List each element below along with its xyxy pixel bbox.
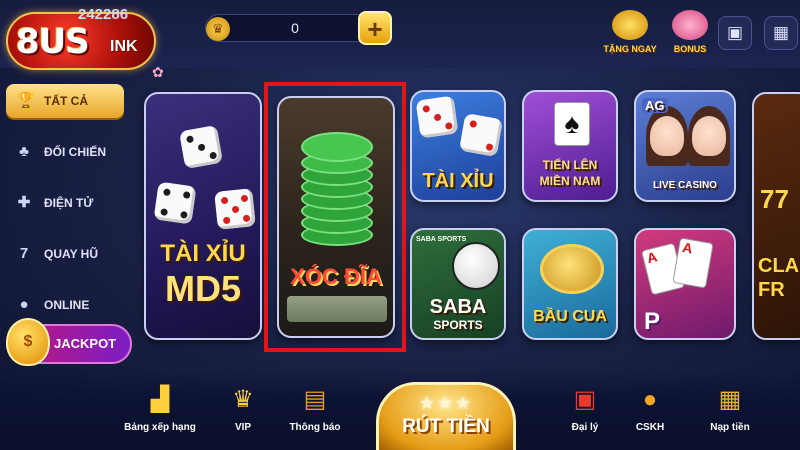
nav-vip[interactable]: ♛ VIP — [203, 382, 283, 433]
sidebar-item-all[interactable]: 🏆 TẤT CẢ — [6, 84, 124, 118]
add-funds-button[interactable]: + — [358, 11, 392, 45]
dealer-face — [692, 116, 726, 156]
nav-label: Thông báo — [289, 422, 341, 433]
user-id: 242286 — [78, 6, 129, 23]
slot-line-2: FR — [758, 279, 785, 301]
nav-label: CSKH — [635, 422, 665, 433]
sidebar-item-label: ĐIỆN TỬ — [44, 196, 94, 210]
logo-text: 8US — [16, 22, 90, 62]
category-sidebar: 🏆 TẤT CẢ ♣ ĐỐI CHIẾN ✚ ĐIỆN TỬ 7 QUAY HŨ… — [0, 84, 132, 366]
game-subtitle: SPORTS — [433, 318, 483, 332]
balance-amount: 0 — [291, 20, 299, 36]
bonus-promo-label: BONUS — [673, 44, 707, 54]
nav-leaderboard[interactable]: ▟ Bảng xếp hạng — [120, 382, 200, 433]
game-card-baucua[interactable]: BẦU CUA — [522, 228, 618, 340]
game-title: SABA — [429, 296, 487, 318]
dice-icon — [214, 188, 256, 230]
game-card-poker[interactable]: A A P — [634, 228, 736, 340]
game-card-slot[interactable]: 77 CLA FR — [752, 92, 800, 340]
game-card-taixiu-md5[interactable]: TÀI XỈU MD5 — [144, 92, 262, 340]
dice-icon — [458, 112, 504, 158]
bag-icon[interactable]: ▣ — [718, 16, 752, 50]
dice-icon — [178, 124, 224, 170]
cards-icon: ♣ — [19, 143, 29, 160]
ag-brand: AG — [642, 98, 668, 113]
gift-box-icon: ▣ — [573, 386, 597, 413]
gamepad-icon: ✚ — [17, 194, 31, 211]
game-card-tienlen[interactable]: ♠ TIẾN LÊN MIỀN NAM — [522, 90, 618, 202]
balance-bar: ♛ 0 + — [205, 11, 392, 45]
jackpot-button[interactable]: $ JACKPOT — [6, 318, 132, 366]
chest-icon: ▤ — [303, 386, 327, 413]
spade-card-icon: ♠ — [554, 102, 590, 146]
game-title: TIẾN LÊN — [542, 158, 598, 172]
dice-icon — [415, 95, 459, 139]
gift-promo-label: TẶNG NGAY — [603, 44, 657, 54]
saba-top-label: SABA SPORTS — [416, 236, 467, 243]
game-subtitle: MD5 — [164, 268, 241, 309]
podium-icon: ▟ — [150, 386, 170, 413]
jackpot-label: JACKPOT — [54, 336, 117, 351]
nav-label: Bảng xếp hạng — [124, 422, 196, 433]
withdraw-label: RÚT TIỀN — [402, 416, 490, 437]
dealer-face — [650, 116, 684, 156]
game-title: LIVE CASINO — [653, 180, 717, 191]
nav-deposit[interactable]: ▦ Nạp tiền — [690, 382, 770, 433]
trophy-icon: 🏆 — [16, 92, 36, 109]
user-icon: ● — [19, 296, 29, 313]
sidebar-item-online[interactable]: ● ONLINE — [0, 288, 132, 322]
game-card-ag-casino[interactable]: AG LIVE CASINO — [634, 90, 736, 202]
game-title: P — [644, 308, 661, 335]
slot-line-1: CLA — [758, 255, 800, 277]
game-title: TÀI XỈU — [422, 170, 494, 192]
sidebar-item-pvp[interactable]: ♣ ĐỐI CHIẾN — [0, 135, 132, 169]
game-card-taixiu[interactable]: TÀI XỈU — [410, 90, 506, 202]
slot-icon: 7 — [19, 245, 29, 262]
highlight-frame — [264, 82, 406, 352]
dice-icon — [153, 181, 197, 225]
logo-sub-text: INK — [110, 38, 138, 55]
slot-sevens: 77 — [760, 184, 789, 214]
vip-crown-icon: ♛ — [232, 386, 254, 413]
game-card-saba-sports[interactable]: SABA SPORTS SABA SPORTS — [410, 228, 506, 340]
sidebar-item-label: QUAY HŨ — [44, 247, 99, 261]
nav-label: Nạp tiền — [710, 422, 750, 433]
game-subtitle: MIỀN NAM — [539, 174, 601, 188]
game-title: BẦU CUA — [533, 308, 607, 325]
gift-promo-button[interactable]: TẶNG NGAY — [600, 10, 660, 62]
shop-icon: ▦ — [718, 386, 742, 413]
card-icon: A — [672, 237, 714, 289]
sidebar-item-label: ĐỐI CHIẾN — [44, 145, 107, 159]
withdraw-button[interactable]: ★★★ RÚT TIỀN — [376, 382, 516, 450]
soccer-ball-icon — [452, 242, 500, 290]
stars-icon: ★★★ — [418, 393, 474, 413]
golden-egg-icon: $ — [6, 318, 50, 366]
nav-label: VIP — [234, 422, 252, 433]
sidebar-item-label: ONLINE — [44, 298, 90, 312]
crown-icon: ♛ — [206, 17, 230, 41]
nav-notifications[interactable]: ▤ Thông báo — [275, 382, 355, 433]
flower-icon: ✿ — [152, 64, 164, 80]
piggy-bank-icon — [672, 10, 708, 40]
nav-support[interactable]: ● CSKH — [610, 382, 690, 433]
game-title: TÀI XỈU — [160, 240, 246, 267]
bonus-promo-button[interactable]: BONUS — [660, 10, 720, 62]
game-title: CLA FR — [758, 254, 799, 302]
sidebar-item-label: TẤT CẢ — [44, 94, 88, 108]
gift-icon — [612, 10, 648, 40]
calendar-icon[interactable]: ▦ — [764, 16, 798, 50]
sidebar-item-electronic[interactable]: ✚ ĐIỆN TỬ — [0, 186, 132, 220]
sidebar-item-slots[interactable]: 7 QUAY HŨ — [0, 237, 132, 271]
headset-egg-icon: ● — [642, 386, 658, 413]
top-bar: 8US INK ✿ 242286 ♛ 0 + TẶNG NGAY BONUS ▣… — [0, 0, 800, 80]
plate-icon — [540, 244, 604, 294]
